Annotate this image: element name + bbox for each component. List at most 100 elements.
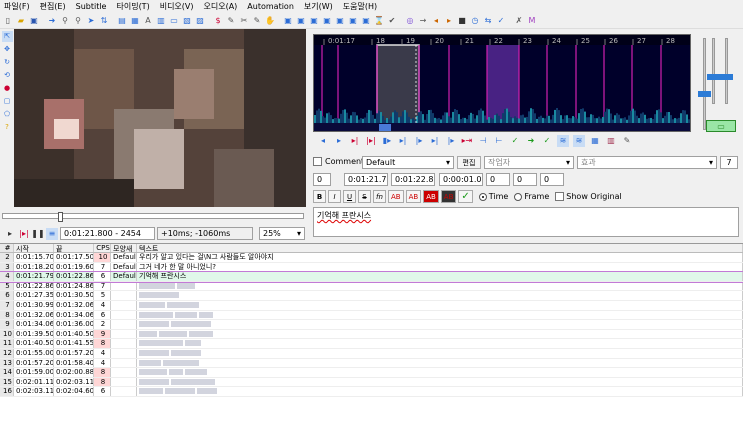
- lead-out-icon[interactable]: ⊢: [493, 135, 505, 147]
- clock-icon[interactable]: ◷: [469, 15, 481, 27]
- vertical-zoom-thumb[interactable]: [707, 74, 720, 80]
- horizontal-zoom-thumb[interactable]: [698, 91, 711, 97]
- primary-color-button[interactable]: AB: [388, 190, 404, 203]
- redo-icon[interactable]: ▸: [443, 15, 455, 27]
- translation-icon[interactable]: ▧: [181, 15, 193, 27]
- col-cps[interactable]: CPS: [94, 244, 111, 252]
- sync-icon[interactable]: ⇆: [482, 15, 494, 27]
- menu-view[interactable]: 보기(W): [304, 1, 333, 12]
- menu-edit[interactable]: 편집(E): [40, 1, 66, 12]
- table-row[interactable]: 14 0:01:59.00 0:02:00.88 8: [0, 368, 743, 378]
- attachments-icon[interactable]: ▥: [155, 15, 167, 27]
- vertical-zoom-track[interactable]: [712, 38, 715, 104]
- jump-icon[interactable]: ➤: [85, 15, 97, 27]
- time-radio[interactable]: [478, 192, 487, 201]
- menu-subtitle[interactable]: Subtitle: [76, 2, 107, 11]
- zoom-select[interactable]: 25% ▾: [259, 227, 305, 240]
- stop-icon[interactable]: ■: [456, 15, 468, 27]
- clip-tool-icon[interactable]: ▢: [2, 96, 13, 107]
- table-row[interactable]: 7 0:01:30.99 0:01:32.06 4: [0, 300, 743, 311]
- style-select[interactable]: Default ▾: [362, 156, 454, 169]
- properties-icon[interactable]: ▦: [129, 15, 141, 27]
- start-time-field[interactable]: 0:01:21.79: [344, 173, 388, 186]
- resample-icon[interactable]: ✂: [238, 15, 250, 27]
- audio-icon[interactable]: ◎: [404, 15, 416, 27]
- next-line-icon[interactable]: ▸: [333, 135, 345, 147]
- secondary-color-button[interactable]: AB: [405, 190, 422, 203]
- spellcheck-icon[interactable]: ▣: [282, 15, 294, 27]
- commit-icon[interactable]: ✓: [509, 135, 521, 147]
- check-tick-icon[interactable]: ✓: [495, 15, 507, 27]
- col-style[interactable]: 모양새: [111, 244, 137, 252]
- col-text[interactable]: 텍스트: [137, 244, 743, 252]
- replace-icon[interactable]: ⚲: [72, 15, 84, 27]
- video-time-field[interactable]: 0:01:21.800 - 2454: [60, 227, 155, 240]
- snap-icon[interactable]: ✔: [386, 15, 398, 27]
- font-button[interactable]: fn: [373, 190, 386, 203]
- col-number[interactable]: #: [0, 244, 14, 252]
- settings-icon[interactable]: ✗: [513, 15, 525, 27]
- video-seek-track[interactable]: [2, 213, 304, 219]
- horizontal-zoom-track[interactable]: [703, 38, 706, 130]
- tag-icon[interactable]: ▣: [308, 15, 320, 27]
- italic-button[interactable]: I: [328, 190, 341, 203]
- menu-help[interactable]: 도움말(H): [343, 1, 377, 12]
- play-line-audio-icon[interactable]: |▸|: [365, 135, 377, 147]
- find-icon[interactable]: ⚲: [59, 15, 71, 27]
- play-before-icon[interactable]: |▸: [413, 135, 425, 147]
- edit-style-button[interactable]: 편집: [457, 156, 481, 169]
- table-row[interactable]: 16 0:02:03.11 0:02:04.60 6: [0, 387, 743, 397]
- shift-icon[interactable]: ▣: [334, 15, 346, 27]
- table-row[interactable]: 6 0:01:27.35 0:01:30.50 5: [0, 291, 743, 301]
- autoscroll-icon[interactable]: ≡: [46, 227, 58, 240]
- table-row[interactable]: 8 0:01:32.06 0:01:34.06 6: [0, 310, 743, 321]
- table-row[interactable]: 4 0:01:21.79 0:01:22.86 6 Default 기억해 프란시스: [0, 271, 743, 283]
- play-selection-icon[interactable]: ▸|: [349, 135, 361, 147]
- undo-icon[interactable]: ◂: [430, 15, 442, 27]
- table-row[interactable]: 15 0:02:01.11 0:02:03.11 8: [0, 377, 743, 388]
- video-seek-thumb[interactable]: [58, 212, 63, 222]
- style-icon[interactable]: ▤: [116, 15, 128, 27]
- resize-icon[interactable]: ▣: [347, 15, 359, 27]
- styling-icon[interactable]: ▨: [194, 15, 206, 27]
- pause-audio-icon[interactable]: ▮▸: [381, 135, 393, 147]
- new-file-icon[interactable]: ▯: [2, 15, 14, 27]
- fonts-icon[interactable]: A: [142, 15, 154, 27]
- vector-clip-icon[interactable]: ⬠: [2, 109, 13, 120]
- table-row[interactable]: 11 0:01:40.50 0:01:41.55 8: [0, 339, 743, 349]
- script-icon[interactable]: ✎: [251, 15, 263, 27]
- strikeout-button[interactable]: S: [358, 190, 371, 203]
- spectrum-icon[interactable]: ▦: [589, 135, 601, 147]
- effect-select[interactable]: 효과 ▾: [577, 156, 717, 169]
- table-row[interactable]: 5 0:01:22.86 0:01:24.86 7: [0, 281, 743, 292]
- menu-timing[interactable]: 타이밍(T): [116, 1, 149, 12]
- prev-line-icon[interactable]: ◂: [317, 135, 329, 147]
- about-icon[interactable]: M: [526, 15, 538, 27]
- end-time-field[interactable]: 0:01:22.86: [391, 173, 435, 186]
- dialogue-icon[interactable]: ▭: [168, 15, 180, 27]
- audio-spectrum[interactable]: 0:01:17 18 19 20 21 22 23 24 25 26 27 28: [313, 34, 691, 132]
- save-icon[interactable]: ▣: [28, 15, 40, 27]
- pause-icon[interactable]: ❚❚: [31, 228, 44, 240]
- underline-button[interactable]: U: [343, 190, 356, 203]
- export-icon[interactable]: ➜: [46, 15, 58, 27]
- margin-vertical-field[interactable]: 0: [540, 173, 564, 186]
- play-line-icon[interactable]: |▸|: [18, 228, 30, 240]
- col-end[interactable]: 끝: [54, 244, 94, 252]
- table-row[interactable]: 2 0:01:15.70 0:01:17.50 10 Default 우리가 알고 있다는…: [0, 253, 743, 263]
- table-row[interactable]: 13 0:01:57.20 0:01:58.40 4: [0, 358, 743, 369]
- goto-icon[interactable]: ➜: [525, 135, 537, 147]
- options-icon[interactable]: ▣: [295, 15, 307, 27]
- rotate-z-icon[interactable]: ↻: [2, 57, 13, 68]
- table-row[interactable]: 12 0:01:55.00 0:01:57.20 4: [0, 348, 743, 359]
- bold-button[interactable]: B: [313, 190, 326, 203]
- reload-icon[interactable]: →: [417, 15, 429, 27]
- help-icon[interactable]: ?: [2, 122, 13, 133]
- kanji-icon[interactable]: ✎: [225, 15, 237, 27]
- timing-icon[interactable]: $: [212, 15, 224, 27]
- duration-field[interactable]: 0:00:01.07: [439, 173, 483, 186]
- karaoke-mode-icon[interactable]: ✎: [621, 135, 633, 147]
- menu-file[interactable]: 파일(F): [4, 1, 30, 12]
- comment-checkbox[interactable]: [313, 157, 322, 166]
- edit-icon[interactable]: ▣: [321, 15, 333, 27]
